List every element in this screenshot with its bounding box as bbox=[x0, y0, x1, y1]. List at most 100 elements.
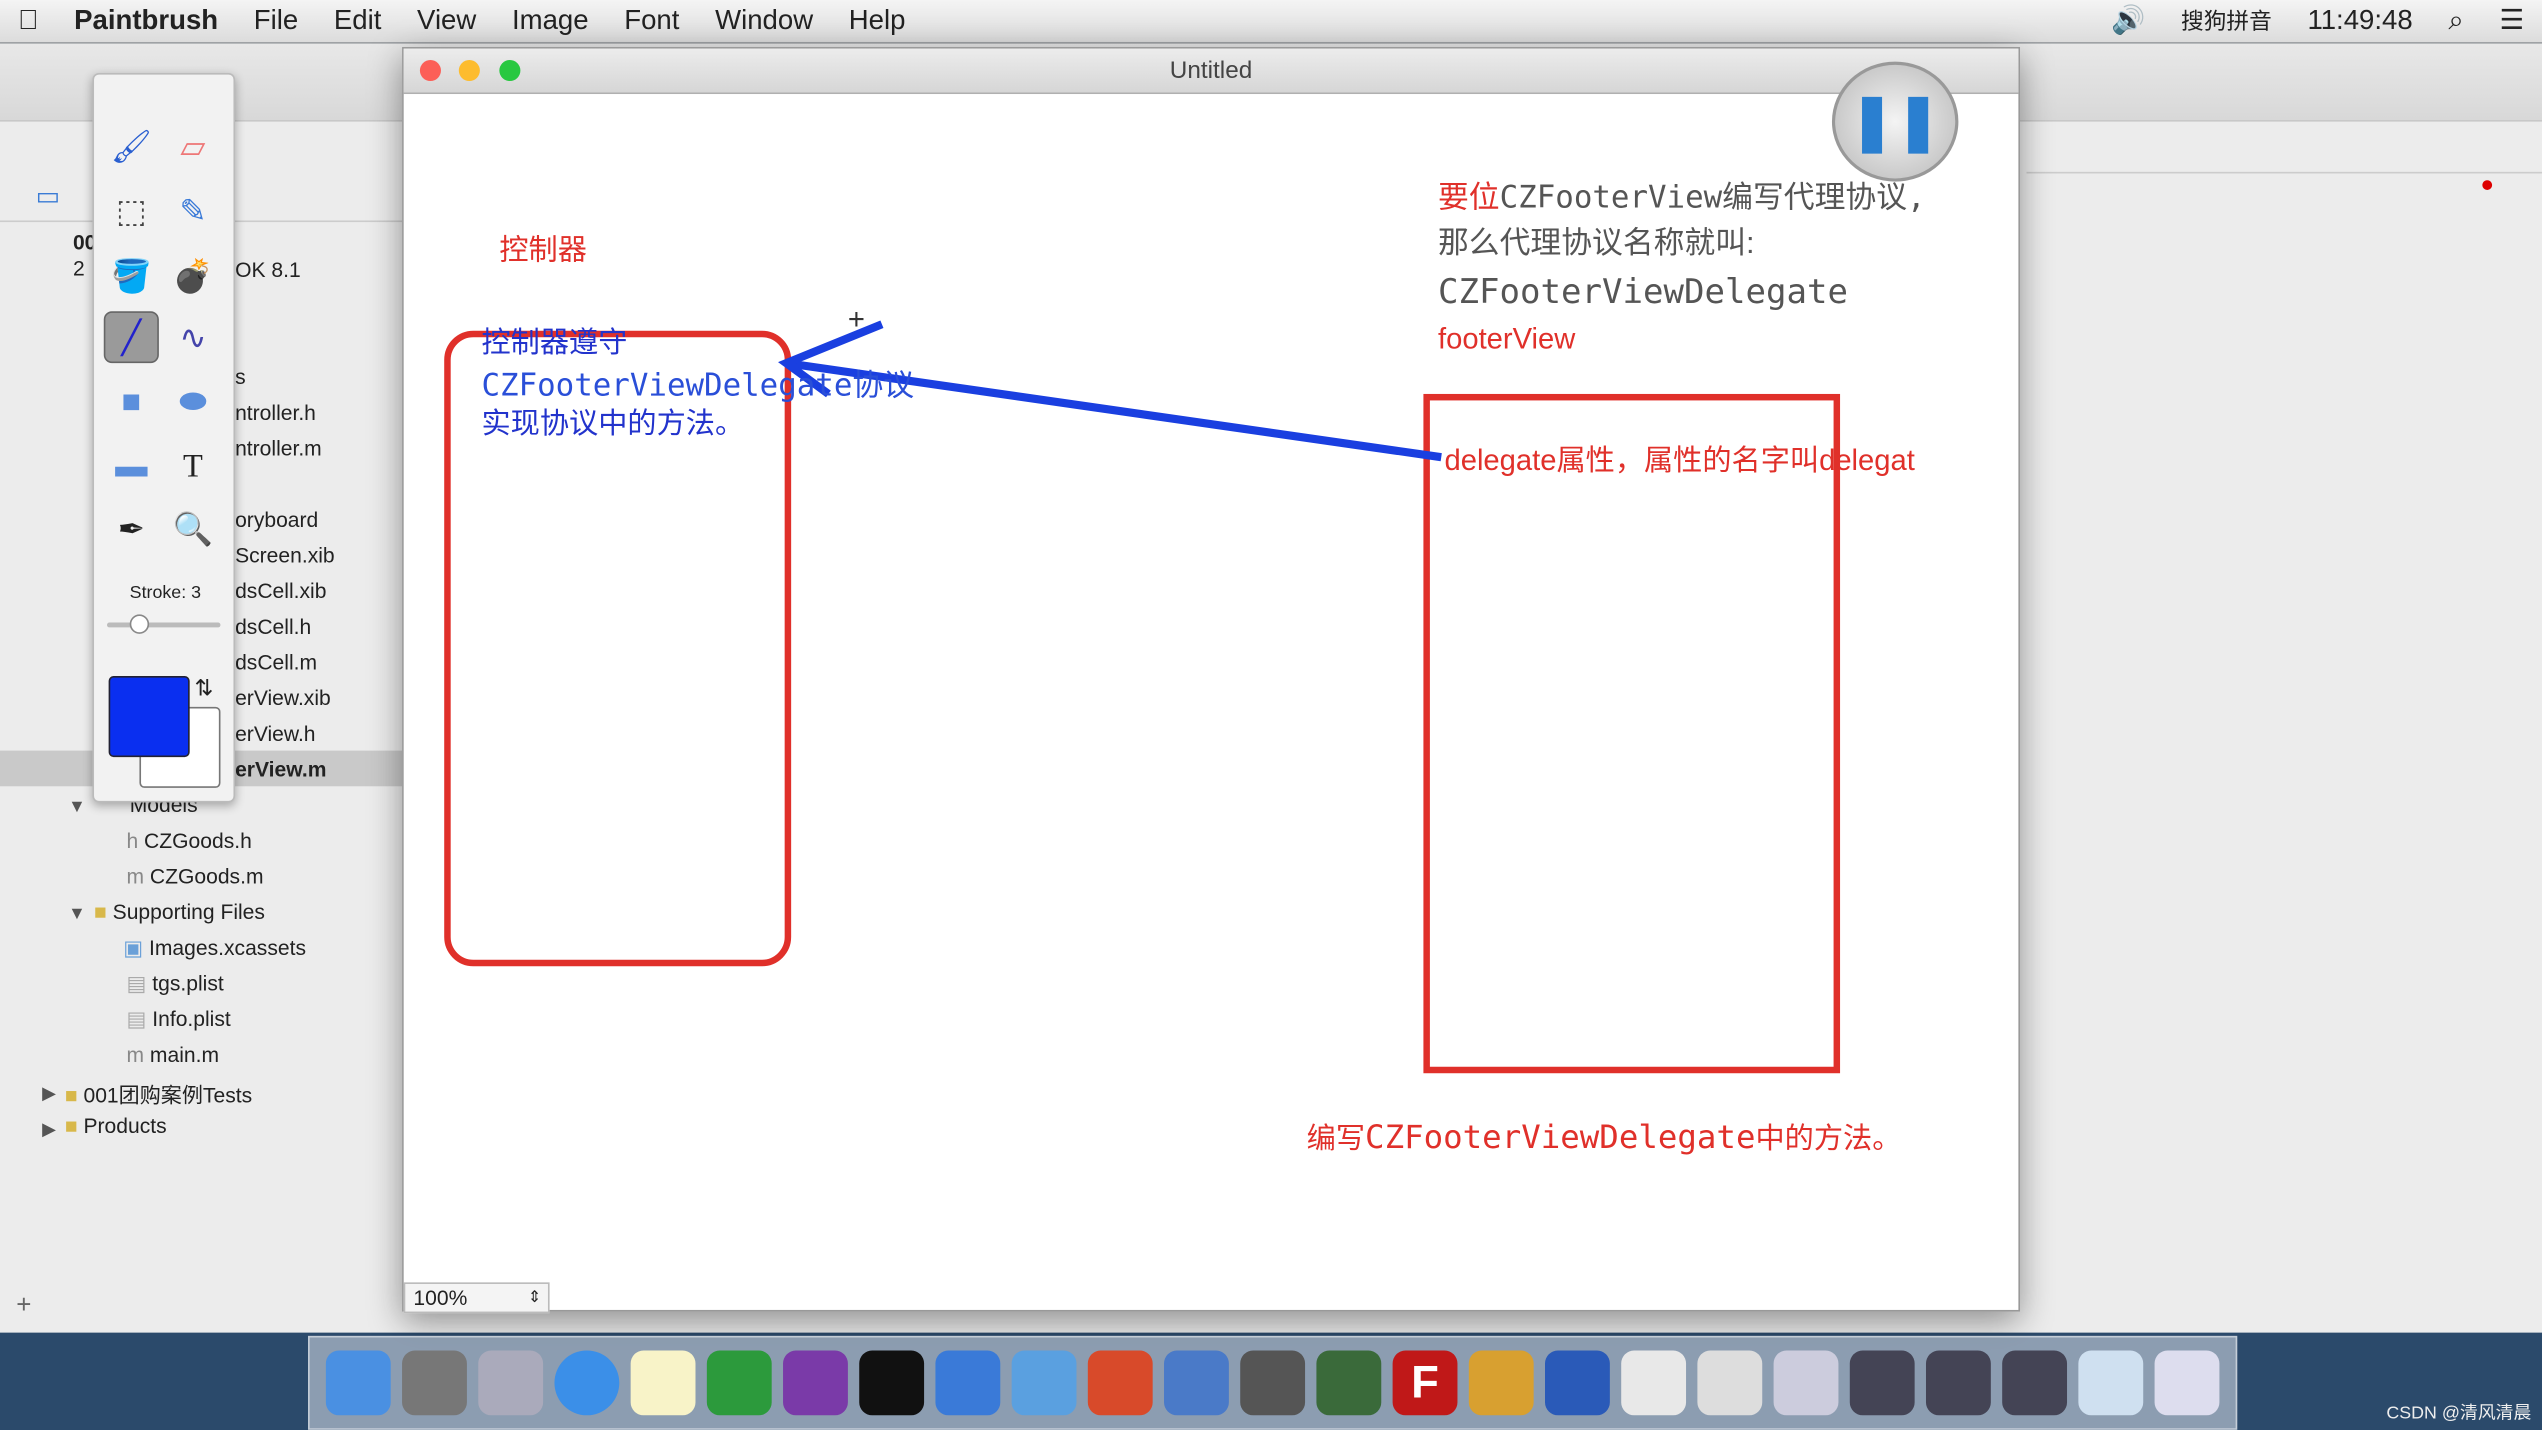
instruments-icon[interactable] bbox=[1164, 1350, 1229, 1416]
paint-bucket-tool-icon[interactable]: 🪣 bbox=[104, 250, 159, 302]
close-button[interactable] bbox=[419, 59, 441, 82]
tools-icon[interactable] bbox=[1468, 1350, 1534, 1416]
file-item[interactable]: erView.h bbox=[235, 721, 315, 745]
apple-icon[interactable]:  bbox=[0, 5, 56, 37]
system-preferences-icon[interactable] bbox=[402, 1350, 467, 1416]
tool-palette: 🖌 ▱ ⬚ ✎ 🪣 💣 ╱ ∿ ■ ⬬ ▬ T ✒ 🔍 Stroke: 3 ⇅ bbox=[92, 72, 236, 803]
eyedropper-tool-icon[interactable]: ✒ bbox=[104, 503, 159, 555]
photo-booth-icon[interactable] bbox=[1240, 1350, 1306, 1416]
menu-image[interactable]: Image bbox=[494, 5, 606, 37]
add-icon[interactable]: + bbox=[16, 1292, 31, 1321]
menu-app[interactable]: Paintbrush bbox=[56, 5, 236, 37]
stroke-slider[interactable] bbox=[106, 614, 221, 634]
xhunt-icon[interactable] bbox=[1316, 1350, 1382, 1416]
group-supporting-files[interactable]: Supporting Files bbox=[113, 900, 265, 924]
canvas[interactable]: + 控制器 控制器遵守 CZFooterViewDelegate协议 实现协议中… bbox=[404, 94, 1993, 1282]
file-item[interactable]: s bbox=[235, 365, 246, 389]
display-icon[interactable] bbox=[2002, 1350, 2068, 1416]
file-item[interactable]: oryboard bbox=[235, 507, 318, 531]
m-file-icon: m bbox=[126, 864, 145, 889]
note-line: CZFooterViewDelegate bbox=[1438, 272, 1848, 312]
zoom-button[interactable] bbox=[499, 59, 521, 82]
curve-tool-icon[interactable]: ∿ bbox=[165, 311, 220, 363]
file-item[interactable]: dsCell.h bbox=[235, 614, 311, 638]
powerpoint-icon[interactable] bbox=[1087, 1350, 1153, 1416]
file-item[interactable]: CZGoods.h bbox=[144, 828, 252, 852]
volume-icon[interactable]: 🔊 bbox=[2093, 5, 2163, 37]
terminal-icon[interactable] bbox=[859, 1350, 925, 1416]
display-icon[interactable] bbox=[1925, 1350, 1991, 1416]
error-icon[interactable]: ● bbox=[2480, 170, 2494, 196]
file-item[interactable]: Screen.xib bbox=[235, 543, 335, 567]
dock: F bbox=[308, 1335, 2238, 1430]
file-item[interactable]: main.m bbox=[150, 1042, 219, 1066]
display-icon[interactable] bbox=[1849, 1350, 1915, 1416]
group-tests[interactable]: 001团购案例Tests bbox=[83, 1083, 252, 1107]
file-item[interactable]: dsCell.m bbox=[235, 650, 317, 674]
menu-view[interactable]: View bbox=[399, 5, 494, 37]
rectangle-tool-icon[interactable]: ■ bbox=[104, 376, 159, 428]
folder-icon[interactable]: ▭ bbox=[36, 180, 61, 212]
screen-icon[interactable] bbox=[1773, 1350, 1839, 1416]
menu-bar:  Paintbrush File Edit View Image Font W… bbox=[0, 0, 2542, 44]
pause-recording-button[interactable]: ❚❚ bbox=[1831, 61, 1959, 182]
excel-icon[interactable] bbox=[706, 1350, 772, 1416]
filezilla-icon[interactable]: F bbox=[1392, 1350, 1458, 1416]
font-book-icon[interactable] bbox=[1697, 1350, 1763, 1416]
magic-eraser-tool-icon[interactable]: ✎ bbox=[165, 185, 220, 237]
preview-icon[interactable] bbox=[1011, 1350, 1077, 1416]
safari-icon[interactable] bbox=[554, 1350, 620, 1416]
file-item[interactable]: dsCell.xib bbox=[235, 579, 326, 603]
m-file-icon: m bbox=[126, 1042, 145, 1067]
zoom-value: 100% bbox=[413, 1285, 468, 1310]
swap-colors-icon[interactable]: ⇅ bbox=[195, 674, 214, 702]
stroke-label: Stroke: 3 bbox=[129, 583, 202, 604]
tab-bar bbox=[2026, 122, 2542, 174]
stroke-slider-thumb[interactable] bbox=[129, 614, 150, 634]
line-tool-icon[interactable]: ╱ bbox=[103, 311, 159, 364]
title-bar: Untitled bbox=[403, 48, 2019, 95]
brush-tool-icon[interactable]: 🖌 bbox=[104, 120, 159, 172]
header-file-icon: h bbox=[126, 828, 139, 853]
zoom-tool-icon[interactable]: 🔍 bbox=[165, 503, 220, 555]
xcode-icon[interactable] bbox=[935, 1350, 1001, 1416]
sdk-label: OK 8.1 bbox=[235, 257, 301, 283]
onenote-icon[interactable] bbox=[783, 1350, 848, 1416]
menu-edit[interactable]: Edit bbox=[316, 5, 399, 37]
menu-help[interactable]: Help bbox=[831, 5, 923, 37]
trash-icon[interactable] bbox=[2154, 1350, 2220, 1416]
search-icon[interactable]: ⌕ bbox=[2431, 5, 2482, 37]
input-method[interactable]: 搜狗拼音 bbox=[2163, 5, 2289, 37]
launchpad-icon[interactable] bbox=[478, 1350, 544, 1416]
finder-icon[interactable] bbox=[325, 1350, 391, 1416]
select-tool-icon[interactable]: ⬚ bbox=[104, 185, 159, 237]
file-item[interactable]: Info.plist bbox=[152, 1007, 231, 1031]
word-icon[interactable] bbox=[1545, 1350, 1610, 1416]
ellipse-tool-icon[interactable]: ⬬ bbox=[165, 376, 220, 428]
plist-icon: ▤ bbox=[126, 1006, 147, 1032]
eraser-tool-icon[interactable]: ▱ bbox=[165, 120, 220, 172]
file-item[interactable]: ntroller.h bbox=[235, 400, 316, 424]
file-item[interactable]: erView.xib bbox=[235, 686, 331, 710]
menu-window[interactable]: Window bbox=[697, 5, 831, 37]
bomb-tool-icon[interactable]: 💣 bbox=[165, 250, 220, 302]
foreground-color-well[interactable] bbox=[108, 676, 190, 758]
controller-label: 控制器 bbox=[499, 233, 587, 266]
file-item[interactable]: tgs.plist bbox=[152, 971, 223, 995]
group-products[interactable]: Products bbox=[83, 1114, 166, 1138]
file-item[interactable]: ntroller.m bbox=[235, 436, 322, 460]
textedit-icon[interactable] bbox=[1621, 1350, 1687, 1416]
file-item[interactable]: CZGoods.m bbox=[150, 864, 264, 888]
folder-icon[interactable] bbox=[2078, 1350, 2144, 1416]
minimize-button[interactable] bbox=[458, 59, 480, 82]
file-item-selected[interactable]: erView.m bbox=[235, 757, 326, 781]
notes-icon[interactable] bbox=[630, 1350, 696, 1416]
rounded-rect-tool-icon[interactable]: ▬ bbox=[104, 441, 159, 493]
menu-font[interactable]: Font bbox=[606, 5, 697, 37]
zoom-select[interactable]: 100% ⇕ bbox=[403, 1282, 550, 1314]
menu-file[interactable]: File bbox=[236, 5, 316, 37]
list-icon[interactable]: ☰ bbox=[2482, 5, 2542, 37]
file-item[interactable]: Images.xcassets bbox=[149, 935, 306, 959]
clock[interactable]: 11:49:48 bbox=[2290, 5, 2431, 37]
text-tool-icon[interactable]: T bbox=[165, 441, 220, 493]
